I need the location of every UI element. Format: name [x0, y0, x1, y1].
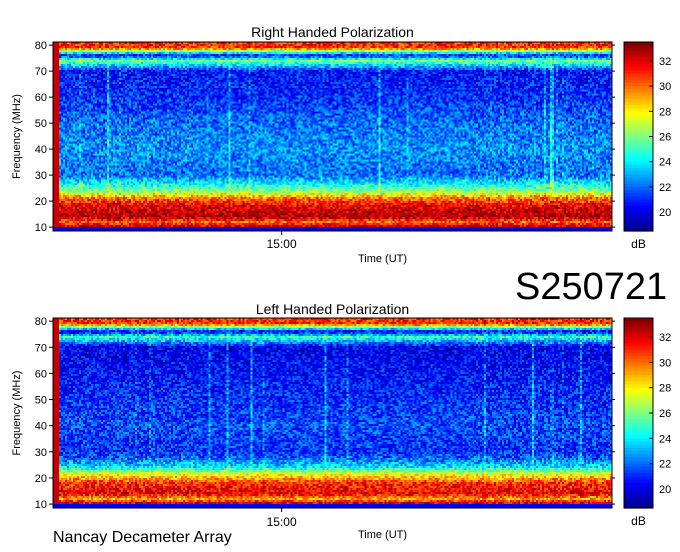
y-tick-label: 30: [35, 447, 47, 459]
panel-title: Right Handed Polarization: [251, 24, 414, 40]
y-axis-label: Frequency (MHz): [11, 371, 23, 456]
heatmap-raster: [53, 42, 612, 231]
y-tick-label: 60: [35, 368, 47, 380]
colorbar-tick-label: 32: [659, 332, 671, 344]
y-tick-label: 50: [35, 395, 47, 407]
x-axis-label: Time (UT): [358, 529, 407, 541]
y-axis-label: Frequency (MHz): [11, 94, 23, 179]
y-tick-label: 40: [35, 421, 47, 433]
y-tick-label: 30: [35, 170, 47, 182]
panel-title: Left Handed Polarization: [256, 301, 409, 317]
colorbar-tick-label: 30: [659, 81, 671, 93]
colorbar-tick-label: 24: [659, 157, 671, 169]
colorbar-tick-label: 30: [659, 357, 671, 369]
y-tick-label: 20: [35, 196, 47, 208]
y-tick-label: 70: [35, 342, 47, 354]
event-code: S250721: [515, 266, 668, 308]
y-tick-label: 60: [35, 92, 47, 104]
y-tick-label: 50: [35, 118, 47, 130]
colorbar-tick-label: 22: [659, 459, 671, 471]
panel-right-handed: Right Handed Polarization 10 20 30 40 50 60 70 8…: [11, 24, 671, 265]
y-tick-label: 40: [35, 144, 47, 156]
heatmap-raster: [53, 318, 612, 508]
y-tick-label: 20: [35, 473, 47, 485]
colorbar-tick-label: 20: [659, 484, 671, 496]
colorbar-tick-label: 28: [659, 383, 671, 395]
y-tick-label: 70: [35, 66, 47, 78]
x-tick-label: 15:00: [267, 237, 297, 251]
colorbar-tick-label: 28: [659, 106, 671, 118]
colorbar-tick-label: 22: [659, 182, 671, 194]
colorbar-tick-label: 26: [659, 132, 671, 144]
colorbar-label: dB: [631, 237, 646, 251]
x-tick-label: 15:00: [267, 515, 297, 529]
y-tick-label: 10: [35, 222, 47, 234]
y-tick-label: 10: [35, 499, 47, 511]
panel-left-handed: Left Handed Polarization 10 20 30 40 50 60 70 80…: [11, 301, 671, 541]
x-axis-label: Time (UT): [358, 253, 407, 265]
y-tick-label: 80: [35, 316, 47, 328]
colorbar-label: dB: [631, 514, 646, 528]
colorbar-tick-label: 24: [659, 433, 671, 445]
colorbar-tick-label: 32: [659, 56, 671, 68]
y-tick-label: 80: [35, 40, 47, 52]
colorbar-tick-label: 20: [659, 207, 671, 219]
instrument-name: Nancay Decameter Array: [53, 529, 232, 546]
colorbar: 20 22 24 26 28 30 32 dB: [623, 317, 671, 528]
colorbar-tick-label: 26: [659, 408, 671, 420]
colorbar: 20 22 24 26 28 30 32 dB: [623, 41, 671, 251]
